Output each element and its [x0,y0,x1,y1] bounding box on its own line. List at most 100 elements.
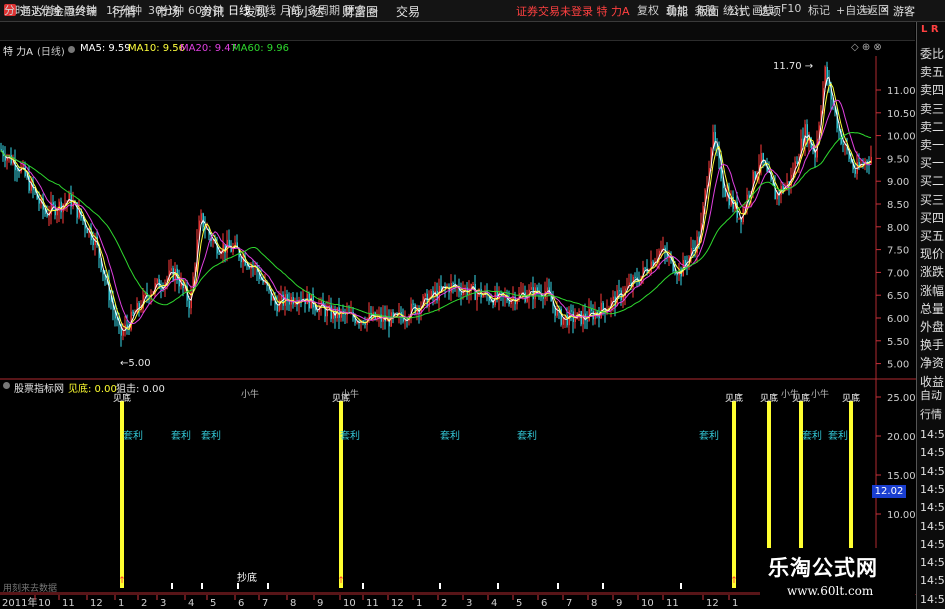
month-label: 8 [290,598,296,609]
restore-rights-button[interactable]: 复权 [637,2,659,18]
candle-body [738,217,740,219]
period-tab-more[interactable]: 更多 > [344,2,379,18]
price-tick-label: 11.00 [887,86,916,97]
back-button[interactable]: 返回 [867,2,889,18]
candle-body [660,249,662,251]
signal-arrow-icon: ↑ [730,576,738,586]
candle-body [582,313,584,325]
period-tab-5min[interactable]: 5分钟 [68,2,97,18]
overlay-button[interactable]: 叠加 [666,2,688,18]
candle-body [16,170,18,172]
signal-mid-label: 小牛 [781,388,799,400]
tick-time: 14:5 [920,464,945,478]
period-tab-1min[interactable]: 1分钟 [32,2,61,18]
panel-tab-label[interactable]: 自动 [920,386,942,405]
candle-body [644,267,646,269]
quote-label: 涨幅 [920,283,945,298]
candle-body [452,282,454,284]
candle-body [578,311,580,313]
candle-body [854,169,856,174]
month-label: 2 [441,598,447,609]
mark-button[interactable]: 标记 [808,2,830,18]
month-label: 4 [188,598,194,609]
small-signal-bar [497,583,499,589]
quote-label: 现价 [920,247,945,262]
candle-body [542,297,544,299]
f10-button[interactable]: F10 [781,2,801,15]
signal-bar [120,401,124,588]
period-tab-multi[interactable]: 多周期 [307,2,340,18]
settings-dot-icon[interactable] [68,46,75,53]
candle-body [316,310,318,313]
month-label: 12 [90,598,103,609]
login-warning[interactable]: 证券交易未登录 特 力A [516,3,630,19]
menu-trade[interactable]: 交易 [396,3,420,20]
candle-body [842,143,844,145]
multi-stock-button[interactable]: 多股 [694,2,716,18]
signal-mid-label: 小牛 [241,388,259,400]
candle-body [338,307,340,318]
tick-time: 14:5 [920,556,945,570]
candle-body [602,302,604,309]
candle-body [612,296,614,301]
candle-body [412,303,414,305]
price-tick-label: 8.00 [887,223,909,234]
candle-body [156,279,158,284]
candle-body [92,240,94,246]
quote-label: 买三 [920,192,945,207]
price-tick-label: 5.50 [887,337,909,348]
small-signal-bar [171,583,173,589]
candle-body [126,324,128,327]
candle-body [22,165,24,167]
period-tab-weekly[interactable]: 周线 [254,2,276,18]
tick-time: 14:5 [920,592,945,606]
draw-line-button[interactable]: 画线 [752,2,774,18]
profit-label: 套利 [201,429,221,442]
month-label: 3 [466,598,472,609]
quote-label: 买一 [920,156,945,171]
month-label: 5 [210,598,216,609]
period-tab-30min[interactable]: 30分钟 [148,2,184,18]
month-label: 1 [416,598,422,609]
candle-body [524,292,526,302]
footer-note: 用刻来去数据 [3,582,57,594]
candle-body [314,307,316,311]
month-label: 9 [317,598,323,609]
profit-label: 套利 [171,429,191,442]
candle-body [52,202,54,205]
candle-body [136,303,138,313]
tick-time: 14:5 [920,537,945,551]
candle-body [178,280,180,287]
candle-body [618,290,620,292]
month-label: 1 [732,598,738,609]
tick-time: 14:5 [920,446,945,460]
candle-body [212,240,214,242]
watermark-url: www.60lt.com [787,584,874,598]
month-label: 1 [118,598,124,609]
candle-body [638,281,640,284]
period-tab-daily[interactable]: 日线 [228,2,250,18]
period-tab-intraday[interactable]: 分时 [4,2,26,18]
candle-body [546,287,548,291]
period-tab-15min[interactable]: 15分钟 [106,2,142,18]
add-watchlist-button[interactable]: +自选 [836,2,867,18]
chart-tool-icons[interactable]: ◇ ⊕ ⊗ [851,42,882,53]
panel-tab-label[interactable]: 行情 [920,405,942,424]
panel-corner-label: L R [921,24,939,35]
quote-label: 卖一 [920,138,945,152]
candle-body [476,293,478,300]
price-chart[interactable]: 11.00 10.50 10.00 9.50 9.00 8.50 8.00 7.50 7.00 6… [0,56,916,380]
guest-label[interactable]: 游客 [893,3,915,19]
period-tab-60min[interactable]: 60分钟 [188,2,224,18]
indicator-tick-label: 10.00 [887,510,916,521]
period-tab-monthly[interactable]: 月线 [280,2,302,18]
month-label: 3 [160,598,166,609]
month-label: 4 [491,598,497,609]
candle-body [240,257,242,263]
watermark-title: 乐淘公式网 [768,556,878,580]
candle-body [562,317,564,325]
price-tick-label: 5.00 [887,360,909,371]
quote-label: 卖三 [920,101,945,116]
statistics-button[interactable]: 统计 [723,2,745,18]
quote-label: 买五 [920,229,945,243]
